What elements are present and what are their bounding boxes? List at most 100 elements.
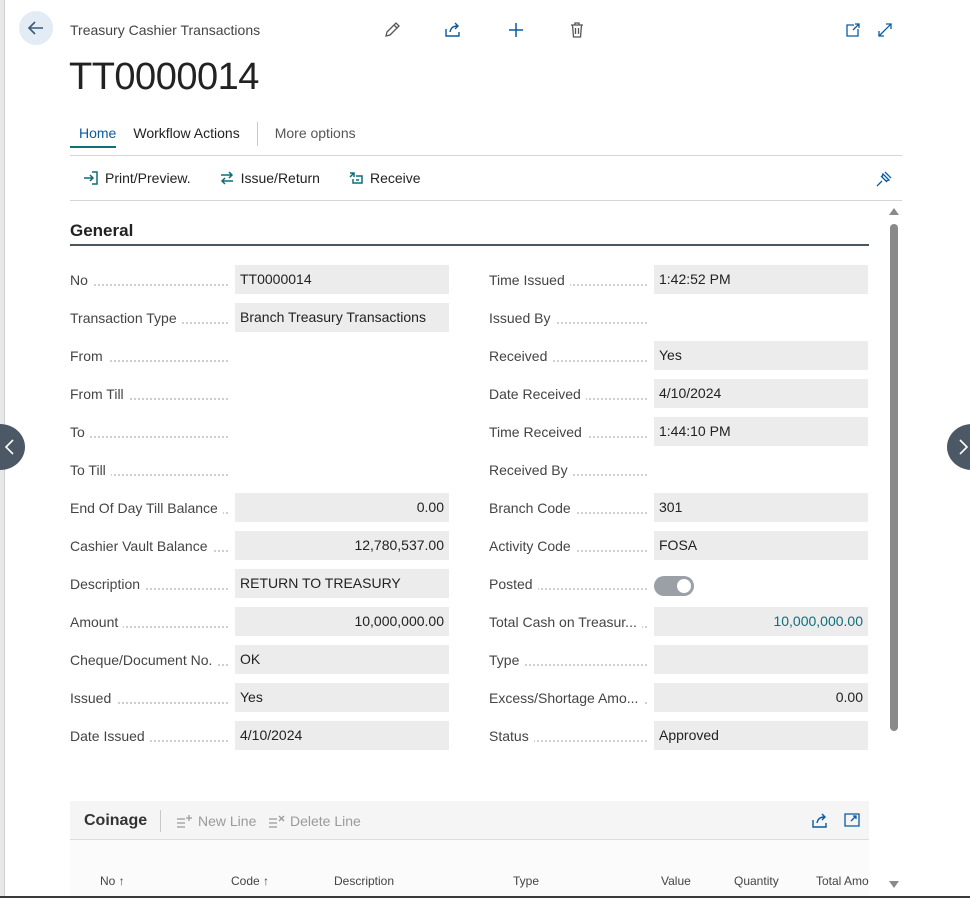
posted-toggle[interactable] (654, 576, 694, 596)
print-preview-label: Print/Preview. (105, 170, 191, 186)
field-label: Received (489, 348, 553, 364)
leader-dots (70, 436, 228, 438)
field-label: Date Received (489, 386, 586, 402)
delete-line-button[interactable]: Delete Line (268, 813, 361, 829)
field-activity-code: Activity Code FOSA (489, 531, 869, 569)
field-value[interactable]: Yes (654, 341, 868, 370)
tab-home[interactable]: Home (70, 125, 117, 148)
scroll-up-arrow[interactable] (889, 208, 899, 215)
field-label: From (70, 348, 108, 364)
column-header-code[interactable]: Code ↑ (231, 874, 269, 888)
field-value[interactable]: FOSA (654, 531, 868, 560)
field-received: Received Yes (489, 341, 869, 379)
delete-line-icon (269, 815, 285, 828)
field-value[interactable]: RETURN TO TREASURY (235, 569, 449, 598)
action-bar: Print/Preview. Issue/Return Receive (83, 170, 449, 186)
column-header-description[interactable]: Description (334, 874, 394, 888)
field-posted: Posted (489, 569, 869, 607)
field-label: Time Received (489, 424, 587, 440)
field-value[interactable]: 4/10/2024 (235, 721, 449, 750)
pin-action-bar-button[interactable] (874, 169, 894, 194)
field-value[interactable]: 12,780,537.00 (235, 531, 449, 560)
field-value[interactable]: OK (235, 645, 449, 674)
coinage-share-button[interactable] (810, 811, 830, 836)
field-date-issued: Date Issued 4/10/2024 (70, 721, 450, 759)
column-header-quantity[interactable]: Quantity (734, 874, 779, 888)
tab-workflow-actions[interactable]: Workflow Actions (133, 125, 239, 146)
field-value[interactable]: 10,000,000.00 (654, 607, 868, 636)
tab-divider-line (70, 155, 902, 156)
field-value[interactable]: Branch Treasury Transactions (235, 303, 449, 332)
column-header-value[interactable]: Value (661, 874, 691, 888)
chevron-left-icon (4, 439, 14, 455)
expand-icon (878, 23, 892, 37)
field-label: Date Issued (70, 728, 150, 744)
field-label: Cheque/Document No. (70, 652, 218, 668)
column-header-total-amount[interactable]: Total Amo (816, 874, 869, 888)
field-issued-by: Issued By (489, 303, 869, 341)
leader-dots (70, 284, 228, 286)
coinage-grid (70, 840, 869, 898)
trash-icon (571, 22, 583, 38)
issue-return-button[interactable]: Issue/Return (219, 170, 320, 186)
column-header-no[interactable]: No ↑ (100, 874, 125, 888)
new-line-icon (177, 815, 192, 828)
field-value[interactable]: 4/10/2024 (654, 379, 868, 408)
field-value[interactable] (235, 341, 449, 370)
field-value[interactable] (654, 645, 868, 674)
pin-icon (876, 171, 892, 187)
swap-icon (220, 171, 233, 185)
share-button[interactable] (442, 19, 464, 41)
field-value[interactable] (235, 455, 449, 484)
field-to: To (70, 417, 450, 455)
field-value[interactable]: TT0000014 (235, 265, 449, 294)
new-line-button[interactable]: New Line (176, 813, 256, 829)
field-value[interactable]: 301 (654, 493, 868, 522)
page-caption: Treasury Cashier Transactions (70, 22, 261, 38)
previous-record-button[interactable] (0, 424, 25, 470)
field-received-by: Received By (489, 455, 869, 493)
arrow-left-icon (27, 21, 43, 35)
field-value[interactable]: 0.00 (235, 493, 449, 522)
field-value[interactable]: 0.00 (654, 683, 868, 712)
receive-button[interactable]: Receive (348, 170, 421, 186)
receive-label: Receive (369, 170, 421, 186)
field-no: No TT0000014 (70, 265, 450, 303)
chevron-right-icon (959, 439, 969, 455)
field-cheque-document-no: Cheque/Document No. OK (70, 645, 450, 683)
field-value[interactable]: Approved (654, 721, 868, 750)
field-value[interactable]: 10,000,000.00 (235, 607, 449, 636)
field-value[interactable]: 1:42:52 PM (654, 265, 868, 294)
tab-more-options[interactable]: More options (275, 125, 356, 146)
new-record-button[interactable] (505, 19, 527, 41)
receive-icon (349, 172, 363, 184)
field-total-cash-on-treasury: Total Cash on Treasur... 10,000,000.00 (489, 607, 869, 645)
field-from: From (70, 341, 450, 379)
delete-button[interactable] (566, 19, 588, 41)
open-new-window-button[interactable] (842, 19, 864, 41)
field-issued: Issued Yes (70, 683, 450, 721)
scroll-down-arrow[interactable] (889, 881, 899, 888)
action-tabs: Home Workflow Actions More options (70, 122, 373, 151)
field-value[interactable] (654, 455, 868, 484)
column-header-type[interactable]: Type (513, 874, 539, 888)
coinage-open-page-button[interactable] (843, 811, 861, 834)
plus-icon (509, 23, 523, 37)
general-fields-left: No TT0000014 Transaction Type Branch Tre… (70, 265, 450, 759)
scrollbar-thumb[interactable] (890, 224, 898, 731)
open-in-new-icon (846, 23, 860, 37)
field-label: No (70, 272, 93, 288)
back-button[interactable] (19, 11, 53, 45)
field-value[interactable]: Yes (235, 683, 449, 712)
field-value[interactable] (235, 417, 449, 446)
field-label: To (70, 424, 90, 440)
expand-button[interactable] (874, 19, 896, 41)
field-value[interactable] (654, 303, 868, 332)
field-value[interactable] (235, 379, 449, 408)
field-label: Issued By (489, 310, 556, 326)
edit-button[interactable] (381, 19, 403, 41)
next-record-button[interactable] (947, 424, 970, 470)
print-preview-button[interactable]: Print/Preview. (83, 170, 191, 186)
print-preview-icon (84, 171, 98, 185)
field-value[interactable]: 1:44:10 PM (654, 417, 868, 446)
